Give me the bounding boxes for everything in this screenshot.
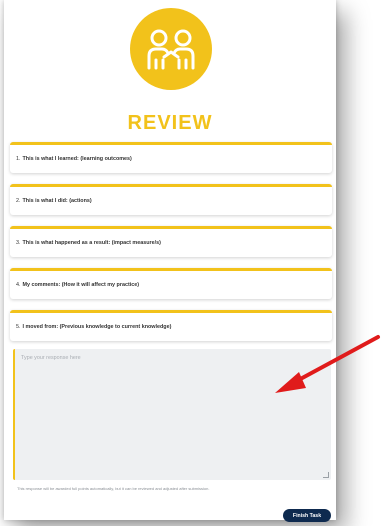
- prompt-number: 2.: [16, 198, 21, 204]
- two-people-icon: [130, 8, 212, 90]
- scoring-note: This response will be awarded full point…: [17, 486, 210, 491]
- response-input[interactable]: [15, 349, 331, 480]
- prompt-item-comments[interactable]: 4. My comments: (How it will affect my p…: [10, 268, 332, 299]
- prompt-item-did[interactable]: 2. This is what I did: (actions): [10, 184, 332, 215]
- prompt-label: I moved from: (Previous knowledge to cur…: [22, 324, 172, 330]
- prompt-item-moved-from[interactable]: 5. I moved from: (Previous knowledge to …: [10, 310, 332, 341]
- prompt-label: My comments: (How it will affect my prac…: [22, 282, 140, 288]
- response-box: [13, 349, 331, 480]
- review-card: REVIEW 1. This is what I learned: (learn…: [4, 0, 336, 522]
- prompt-label: This is what I learned: (learning outcom…: [22, 156, 132, 162]
- prompt-number: 4.: [16, 282, 21, 288]
- prompt-number: 5.: [16, 324, 21, 330]
- prompt-label: This is what I did: (actions): [22, 198, 92, 204]
- prompt-number: 3.: [16, 240, 21, 246]
- prompt-item-learned[interactable]: 1. This is what I learned: (learning out…: [10, 142, 332, 173]
- prompt-label: This is what happened as a result: (impa…: [22, 240, 161, 246]
- resize-grip-icon[interactable]: [323, 472, 329, 478]
- prompt-item-result[interactable]: 3. This is what happened as a result: (i…: [10, 226, 332, 257]
- page-title: REVIEW: [127, 112, 213, 134]
- prompt-number: 1.: [16, 156, 21, 162]
- prompt-list: 1. This is what I learned: (learning out…: [10, 142, 332, 352]
- finish-task-button[interactable]: Finish Task: [283, 509, 331, 522]
